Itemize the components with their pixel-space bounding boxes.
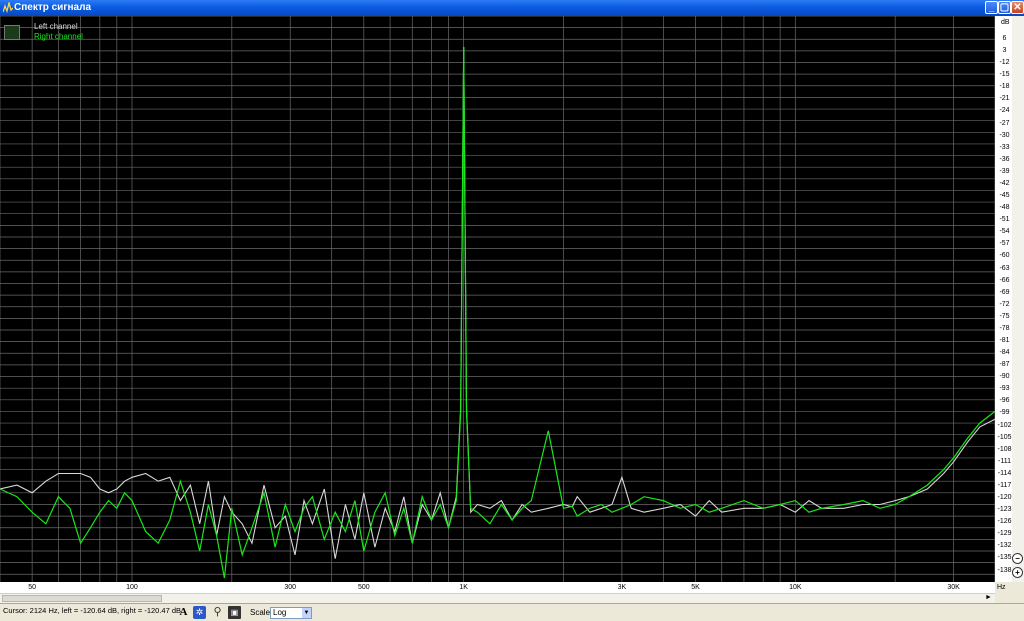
chevron-down-icon[interactable]: ▼: [302, 608, 311, 618]
y-tick-label: -129: [997, 530, 1012, 538]
y-tick-label: -93: [999, 385, 1010, 393]
scale-select-value: Log: [273, 608, 287, 617]
cursor-readout: Cursor: 2124 Hz, left = -120.64 dB, righ…: [3, 606, 182, 615]
y-tick-label: -66: [999, 276, 1010, 284]
y-tick-label: -117: [997, 481, 1012, 489]
y-tick-label: -120: [997, 494, 1012, 502]
y-tick-label: -60: [999, 252, 1010, 260]
y-tick-label: -90: [999, 373, 1010, 381]
y-tick-label: 6: [1002, 35, 1007, 42]
settings-icon[interactable]: ✲: [193, 606, 206, 619]
legend-left-channel: Left channel: [34, 22, 78, 31]
x-tick-label: 10K: [789, 584, 802, 591]
y-tick-label: -69: [999, 288, 1010, 296]
y-tick-label: -99: [999, 409, 1010, 417]
x-tick-label: 500: [357, 584, 370, 591]
y-tick-label: -15: [999, 71, 1010, 79]
scale-select[interactable]: Log ▼: [270, 607, 312, 619]
zoom-out-icon[interactable]: −: [1012, 553, 1023, 564]
y-tick-label: -48: [999, 204, 1010, 212]
y-tick-label: -84: [999, 349, 1010, 357]
y-tick-label: -96: [999, 397, 1010, 405]
y-tick-label: -132: [997, 542, 1012, 550]
y-tick-label: -81: [999, 337, 1010, 344]
y-tick-label: -45: [999, 192, 1010, 200]
series-right-channel: [0, 46, 995, 579]
scroll-right-icon[interactable]: ►: [982, 593, 995, 603]
legend-icon[interactable]: [4, 25, 20, 40]
x-tick-label: 1K: [459, 584, 468, 591]
x-tick-label: 300: [284, 584, 297, 591]
y-tick-label: -27: [999, 119, 1010, 127]
x-tick-label: 5K: [691, 584, 700, 591]
y-tick-label: -138: [997, 566, 1012, 574]
y-axis-unit: dB: [1001, 19, 1010, 26]
y-tick-label: -54: [999, 228, 1010, 236]
legend-right-channel: Right channel: [34, 32, 83, 41]
y-tick-label: -51: [999, 216, 1010, 224]
y-tick-label: -21: [999, 95, 1010, 103]
y-tick-label: -108: [997, 445, 1012, 453]
y-tick-label: -111: [998, 457, 1011, 465]
y-tick-label: -30: [999, 131, 1010, 139]
save-icon[interactable]: ▣: [228, 606, 241, 619]
x-tick-label: 50: [28, 584, 37, 591]
y-tick-label: -105: [997, 433, 1012, 441]
x-tick-label: 30K: [947, 584, 960, 591]
y-tick-label: -63: [999, 264, 1010, 272]
vertical-toolbar: + −: [1012, 16, 1024, 582]
y-tick-label: -72: [999, 300, 1010, 308]
y-tick-label: -114: [997, 469, 1012, 477]
y-tick-label: -24: [999, 107, 1010, 115]
spectrum-chart: [0, 16, 995, 582]
y-tick-label: -135: [997, 554, 1012, 562]
font-a-icon[interactable]: A: [177, 606, 190, 619]
y-tick-label: -33: [999, 143, 1010, 151]
x-axis-unit: Hz: [997, 584, 1006, 591]
series-layer: [0, 46, 995, 579]
spectrum-plot[interactable]: Left channel Right channel: [0, 16, 995, 582]
x-axis: [0, 582, 995, 593]
y-tick-label: -87: [999, 361, 1010, 369]
y-tick-label: 3: [1002, 47, 1007, 55]
zoom-in-icon[interactable]: +: [1012, 567, 1023, 578]
window-title: Спектр сигнала: [14, 2, 92, 13]
y-tick-label: -123: [997, 506, 1012, 514]
zoom-probe-icon[interactable]: ⚲: [211, 606, 224, 619]
scrollbar-thumb[interactable]: [2, 595, 162, 602]
maximize-button[interactable]: ▢: [998, 1, 1011, 14]
y-tick-label: -12: [999, 59, 1010, 67]
y-tick-label: -102: [997, 421, 1012, 429]
series-left-channel: [0, 46, 995, 559]
grid: [0, 16, 995, 582]
x-tick-label: 3K: [617, 584, 627, 591]
y-tick-label: -78: [999, 324, 1010, 332]
y-tick-label: -39: [999, 167, 1010, 175]
y-tick-label: -126: [997, 518, 1012, 526]
y-tick-label: -75: [999, 312, 1010, 320]
close-button[interactable]: ✕: [1011, 1, 1024, 14]
app-icon: [3, 2, 13, 13]
horizontal-scrollbar[interactable]: [0, 593, 995, 603]
minimize-button[interactable]: _: [985, 1, 998, 14]
title-bar: Спектр сигнала _ ▢ ✕: [0, 0, 1024, 16]
x-tick-label: 100: [126, 584, 138, 591]
y-tick-label: -18: [999, 83, 1010, 91]
scale-label: Scale: [250, 608, 271, 617]
y-tick-label: -36: [999, 155, 1010, 163]
y-tick-label: -42: [999, 179, 1010, 187]
y-tick-label: -57: [999, 240, 1010, 248]
